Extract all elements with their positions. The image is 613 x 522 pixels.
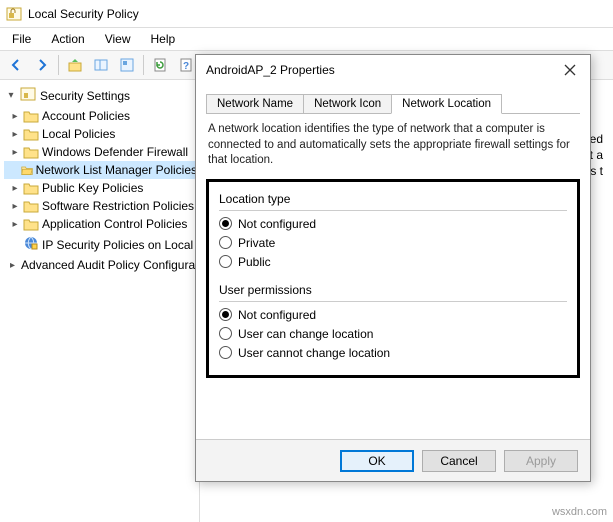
back-button[interactable]: [4, 53, 28, 77]
svg-text:?: ?: [183, 61, 189, 72]
folder-icon: [23, 199, 39, 213]
radio-icon: [219, 236, 232, 249]
dialog-title: AndroidAP_2 Properties: [206, 63, 335, 77]
menu-action[interactable]: Action: [43, 30, 92, 48]
up-button[interactable]: [63, 53, 87, 77]
ipsec-icon: [23, 235, 39, 254]
tree-item-firewall[interactable]: ▸ Windows Defender Firewall: [4, 143, 199, 161]
app-icon: [6, 6, 22, 22]
tab-network-name[interactable]: Network Name: [206, 94, 304, 113]
menu-view[interactable]: View: [97, 30, 139, 48]
radio-label: Private: [238, 236, 275, 250]
apply-button: Apply: [504, 450, 578, 472]
dialog-titlebar[interactable]: AndroidAP_2 Properties: [196, 55, 590, 85]
radio-public[interactable]: Public: [219, 255, 567, 269]
properties-dialog: AndroidAP_2 Properties Network Name Netw…: [195, 54, 591, 482]
expand-icon[interactable]: ▸: [10, 111, 20, 122]
group-separator: [219, 210, 567, 211]
close-button[interactable]: [556, 59, 584, 81]
folder-icon: [23, 181, 39, 195]
watermark: wsxdn.com: [552, 506, 607, 518]
expand-icon[interactable]: ▸: [10, 129, 20, 140]
radio-private[interactable]: Private: [219, 236, 567, 250]
tree-item-account-policies[interactable]: ▸ Account Policies: [4, 107, 199, 125]
expand-icon[interactable]: ▸: [10, 183, 20, 194]
radio-perm-can-change[interactable]: User can change location: [219, 327, 567, 341]
tree-item-label: IP Security Policies on Local: [42, 238, 193, 252]
export-button[interactable]: [115, 53, 139, 77]
tree-item-label: Account Policies: [42, 109, 130, 123]
dialog-button-row: OK Cancel Apply: [196, 439, 590, 481]
highlighted-settings: Location type Not configured Private Pub…: [206, 179, 580, 378]
tree-item-network-list[interactable]: Network List Manager Policies: [4, 161, 199, 179]
radio-perm-not-configured[interactable]: Not configured: [219, 308, 567, 322]
tree-item-app-control[interactable]: ▸ Application Control Policies: [4, 215, 199, 233]
expand-icon[interactable]: ▸: [10, 260, 15, 271]
radio-icon: [219, 255, 232, 268]
tab-network-location[interactable]: Network Location: [391, 94, 502, 114]
tree-item-label: Public Key Policies: [42, 181, 143, 195]
refresh-button[interactable]: [148, 53, 172, 77]
collapse-icon[interactable]: ▾: [6, 90, 16, 101]
group-separator: [219, 301, 567, 302]
show-hide-tree-button[interactable]: [89, 53, 113, 77]
radio-label: Public: [238, 255, 271, 269]
ok-button[interactable]: OK: [340, 450, 414, 472]
group-user-permissions: User permissions: [219, 283, 567, 297]
tree-item-label: Windows Defender Firewall: [42, 145, 188, 159]
tree-item-ipsec[interactable]: IP Security Policies on Local: [4, 233, 199, 256]
radio-label: Not configured: [238, 308, 316, 322]
folder-icon: [23, 127, 39, 141]
security-root-icon: [20, 86, 36, 105]
close-icon: [564, 64, 576, 76]
expand-icon[interactable]: ▸: [10, 147, 20, 158]
toolbar-separator: [143, 55, 144, 75]
tree-item-label: Local Policies: [42, 127, 115, 141]
group-location-type: Location type: [219, 192, 567, 206]
menu-bar: File Action View Help: [0, 28, 613, 50]
radio-label: User can change location: [238, 327, 373, 341]
toolbar-separator: [58, 55, 59, 75]
expand-icon[interactable]: ▸: [10, 201, 20, 212]
tab-description: A network location identifies the type o…: [208, 122, 578, 169]
tree-item-label: Network List Manager Policies: [36, 163, 197, 177]
tree-item-label: Software Restriction Policies: [42, 199, 194, 213]
expand-icon[interactable]: ▸: [10, 219, 20, 230]
radio-label: Not configured: [238, 217, 316, 231]
radio-not-configured[interactable]: Not configured: [219, 217, 567, 231]
folder-open-icon: [21, 163, 33, 177]
folder-icon: [23, 109, 39, 123]
menu-file[interactable]: File: [4, 30, 39, 48]
tree-item-software-restriction[interactable]: ▸ Software Restriction Policies: [4, 197, 199, 215]
tree-item-label: Advanced Audit Policy Configuration: [21, 258, 200, 272]
tree-item-audit[interactable]: ▸ Advanced Audit Policy Configuration: [4, 256, 199, 274]
tab-strip: Network Name Network Icon Network Locati…: [206, 91, 580, 114]
tree-item-local-policies[interactable]: ▸ Local Policies: [4, 125, 199, 143]
navigation-tree[interactable]: ▾ Security Settings ▸ Account Policies ▸…: [0, 80, 200, 522]
tree-root-label: Security Settings: [40, 89, 130, 103]
radio-icon: [219, 217, 232, 230]
window-title: Local Security Policy: [28, 7, 139, 21]
radio-icon: [219, 346, 232, 359]
radio-icon: [219, 308, 232, 321]
cancel-button[interactable]: Cancel: [422, 450, 496, 472]
folder-icon: [23, 145, 39, 159]
radio-icon: [219, 327, 232, 340]
tree-root[interactable]: ▾ Security Settings: [4, 84, 199, 107]
radio-perm-cannot-change[interactable]: User cannot change location: [219, 346, 567, 360]
radio-label: User cannot change location: [238, 346, 390, 360]
tree-item-label: Application Control Policies: [42, 217, 187, 231]
tree-item-public-key[interactable]: ▸ Public Key Policies: [4, 179, 199, 197]
forward-button[interactable]: [30, 53, 54, 77]
menu-help[interactable]: Help: [143, 30, 184, 48]
folder-icon: [23, 217, 39, 231]
window-titlebar: Local Security Policy: [0, 0, 613, 28]
tab-network-icon[interactable]: Network Icon: [303, 94, 392, 113]
